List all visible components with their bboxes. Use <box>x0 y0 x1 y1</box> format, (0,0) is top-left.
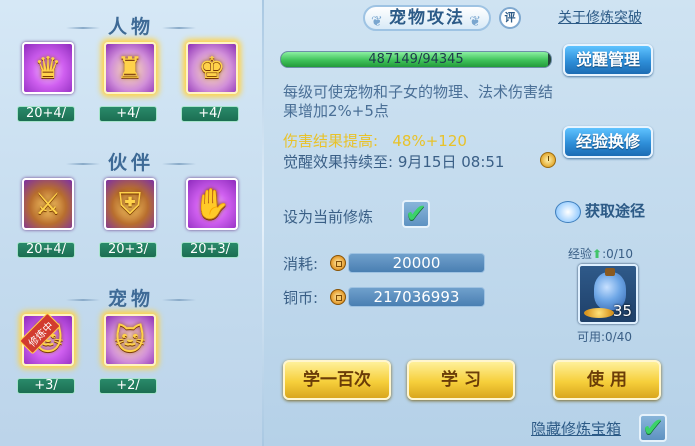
set-current-checkbox[interactable]: ✔ <box>402 200 430 228</box>
partner-slot-1-label: 20+4/ <box>17 242 75 258</box>
check-icon: ✔ <box>642 413 664 443</box>
damage-stat: 伤害结果提高: 48%+120 <box>283 132 467 150</box>
section-title-partner: 伙伴 <box>0 148 262 175</box>
character-portrait: ♚ <box>186 42 238 94</box>
hide-chest-label: 隐藏修炼宝箱 <box>531 420 622 438</box>
pet-slot-2[interactable]: 🐱 <box>96 306 164 374</box>
cultivation-panel: 人物 ♛ 20+4/ ♜ +4/ ♚ +4/ 伙伴 ⚔ 20+4/ ⛨ 20+3… <box>0 0 695 446</box>
exp-exchange-button[interactable]: 经验换修 <box>563 126 653 158</box>
awaken-manage-button[interactable]: 觉醒管理 <box>563 44 653 76</box>
pet-portrait: 🐱 <box>104 314 156 366</box>
partner-slot-3[interactable]: ✋ <box>182 174 242 234</box>
copper-value: 217036993 <box>348 287 485 307</box>
awaken-expire: 觉醒效果持续至: 9月15日 08:51 <box>283 153 505 171</box>
character-slot-2-label: +4/ <box>99 106 157 122</box>
character-portrait: ♜ <box>104 42 156 94</box>
coins-pile-icon <box>584 308 614 318</box>
pet-slot-1[interactable]: 🐱 修炼中 <box>14 306 82 374</box>
clock-icon <box>540 152 556 168</box>
partner-slot-3-label: 20+3/ <box>181 242 239 258</box>
character-slot-3[interactable]: ♚ <box>178 34 246 102</box>
exp-item-slot[interactable]: 35 <box>578 264 638 324</box>
character-slot-3-label: +4/ <box>181 106 239 122</box>
obtain-route-link[interactable]: 获取途径 <box>555 200 645 223</box>
partner-portrait: ✋ <box>186 178 238 230</box>
copper-label: 铜币: <box>283 289 319 307</box>
learn-hundred-button[interactable]: 学一百次 <box>283 360 391 400</box>
swirl-left-icon: ❦ <box>371 14 385 30</box>
exp-item-label: 经验⬆:0/10 <box>568 247 634 261</box>
character-slot-1-label: 20+4/ <box>17 106 75 122</box>
character-portrait: ♛ <box>22 42 74 94</box>
left-roster: 人物 ♛ 20+4/ ♜ +4/ ♚ +4/ 伙伴 ⚔ 20+4/ ⛨ 20+3… <box>0 0 262 446</box>
item-count: 35 <box>612 302 632 320</box>
skill-title: ❦ 宠物攻法 ❦ <box>363 5 491 31</box>
set-current-label: 设为当前修炼 <box>283 208 374 226</box>
hide-chest-checkbox[interactable]: ✔ <box>639 414 667 442</box>
learn-button[interactable]: 学 习 <box>407 360 515 400</box>
coin-icon <box>330 289 346 305</box>
consume-label: 消耗: <box>283 255 319 273</box>
use-button[interactable]: 使 用 <box>553 360 661 400</box>
obtain-icon <box>555 200 581 223</box>
exp-progress-text: 487149/94345 <box>368 52 464 67</box>
check-icon: ✔ <box>405 199 427 229</box>
pet-slot-1-label: +3/ <box>17 378 75 394</box>
partner-slot-1[interactable]: ⚔ <box>18 174 78 234</box>
consume-value: 20000 <box>348 253 485 273</box>
comment-button[interactable]: 评 <box>499 7 521 29</box>
column-divider <box>262 0 264 446</box>
exp-progress-bar: 487149/94345 <box>280 51 552 68</box>
swirl-right-icon: ❦ <box>469 14 483 30</box>
character-slot-1[interactable]: ♛ <box>18 38 78 98</box>
partner-slot-2[interactable]: ⛨ <box>100 174 160 234</box>
usable-count: 可用:0/40 <box>577 330 632 344</box>
arrow-up-icon: ⬆ <box>592 247 603 261</box>
coin-icon <box>330 255 346 271</box>
partner-portrait: ⚔ <box>22 178 74 230</box>
partner-slot-2-label: 20+3/ <box>99 242 157 258</box>
skill-description: 每级可使宠物和子女的物理、法术伤害结果增加2%+5点 <box>283 83 554 120</box>
partner-portrait: ⛨ <box>104 178 156 230</box>
about-breakthrough-link[interactable]: 关于修炼突破 <box>558 7 642 27</box>
pet-slot-2-label: +2/ <box>99 378 157 394</box>
character-slot-2[interactable]: ♜ <box>96 34 164 102</box>
